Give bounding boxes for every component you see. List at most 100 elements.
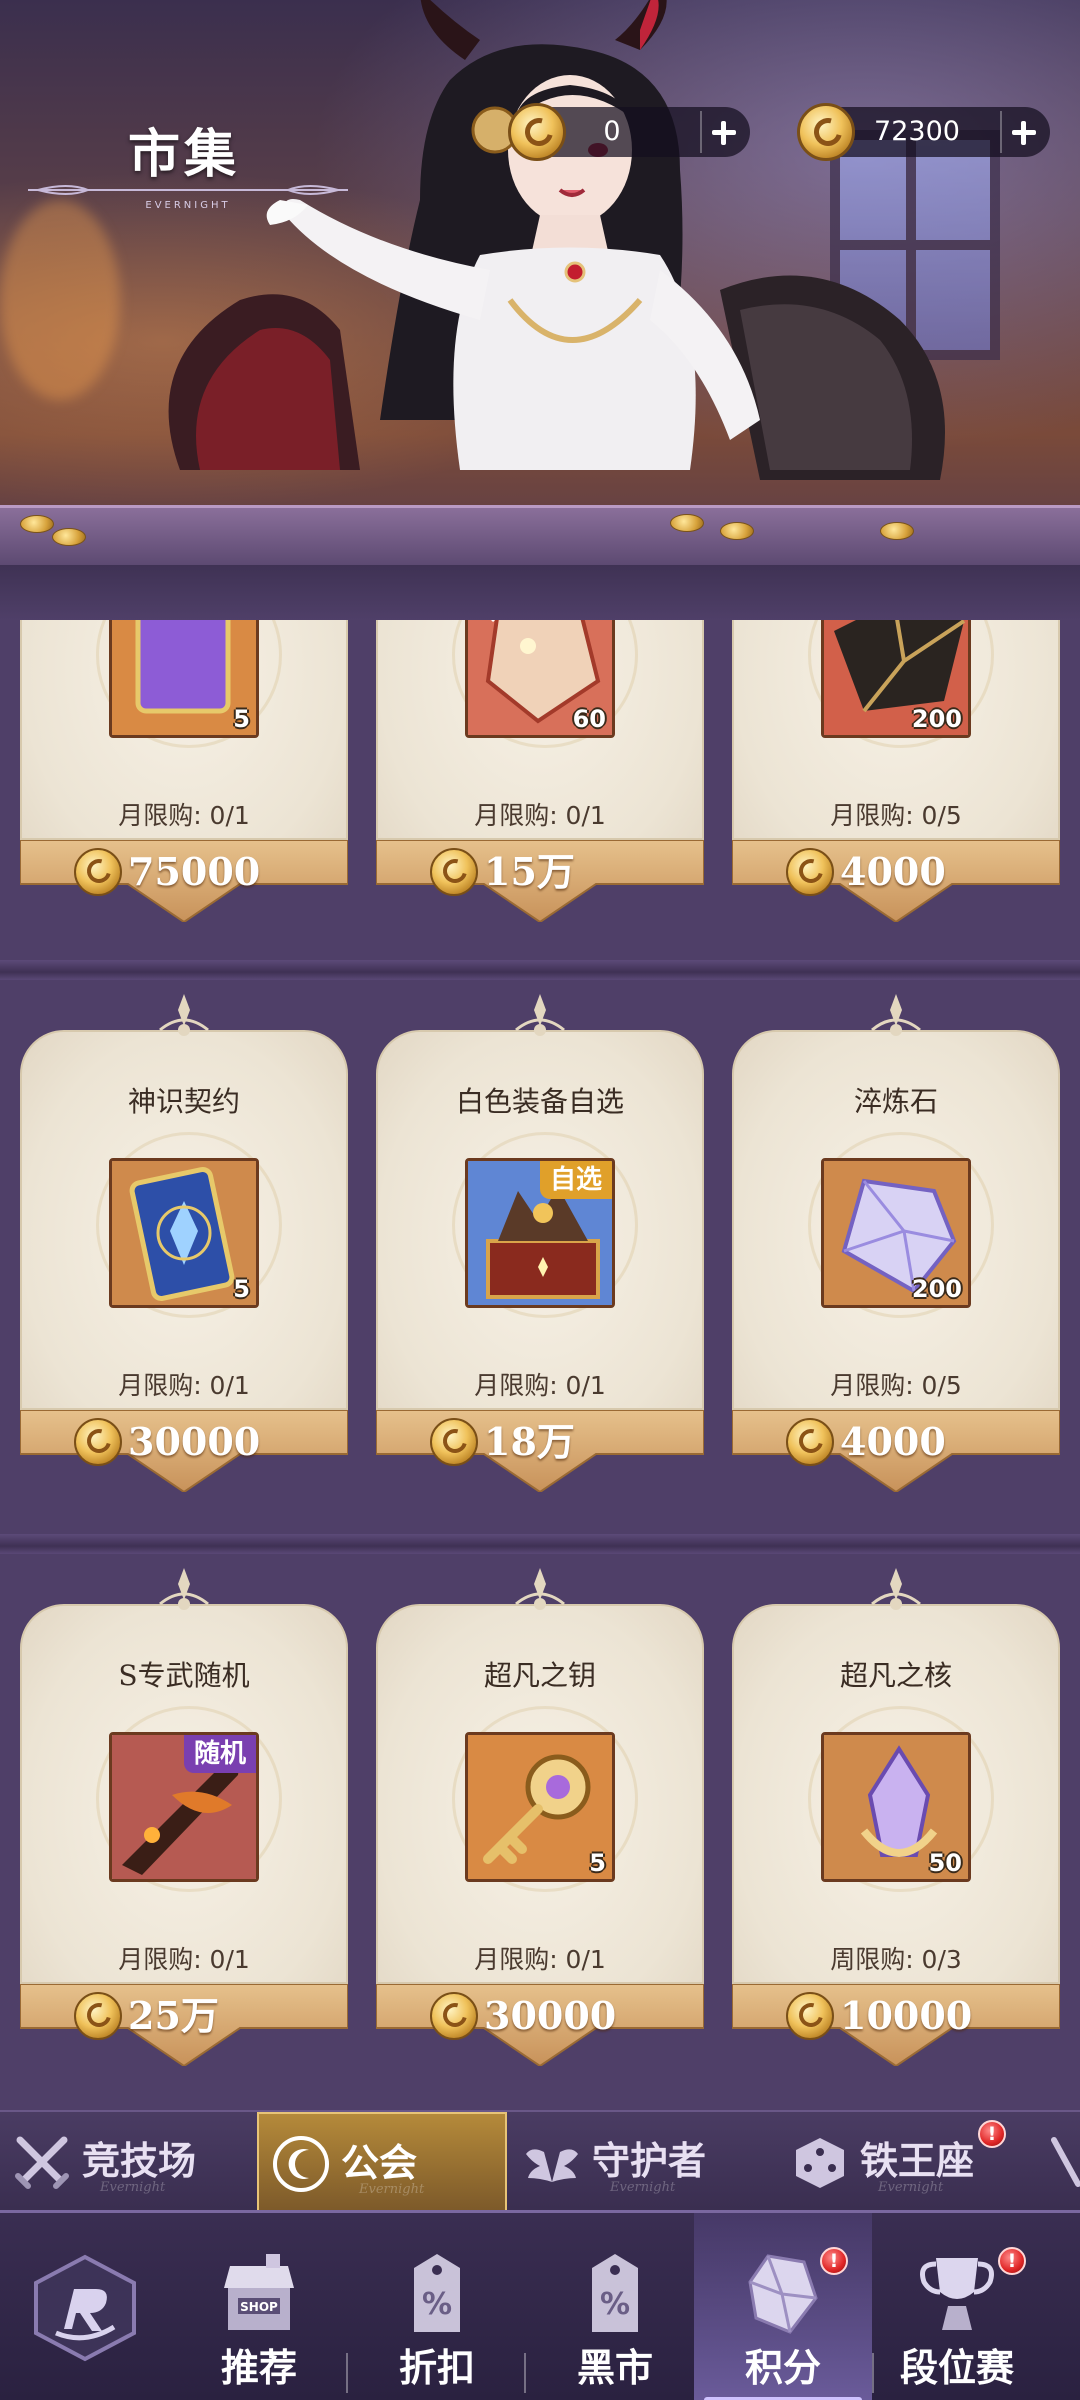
tab-guild[interactable]: 公会 Evernight bbox=[257, 2112, 507, 2212]
moon-coin-icon bbox=[273, 2136, 329, 2192]
tab-guardian[interactable]: 守护者 Evernight bbox=[510, 2112, 780, 2212]
nav-black-market[interactable]: % 黑市 bbox=[526, 2213, 704, 2400]
tab-arena[interactable]: 竞技场 Evernight bbox=[0, 2112, 255, 2212]
moon-coin-icon bbox=[797, 103, 855, 161]
item-price: 15万 bbox=[484, 849, 575, 894]
row-divider bbox=[0, 960, 1080, 980]
moon-coin-icon bbox=[430, 1418, 478, 1466]
item-quantity: 5 bbox=[589, 1849, 606, 1877]
item-image-weapon[interactable]: 随机 bbox=[109, 1732, 259, 1882]
bottom-navigation: SHOP 推荐 % 折扣 % 黑市 积分 ! 段位赛 ! bbox=[0, 2210, 1080, 2400]
moon-coin-icon bbox=[74, 848, 122, 896]
item-price: 18万 bbox=[484, 1419, 575, 1464]
row-divider bbox=[0, 1534, 1080, 1554]
shop-item-card[interactable]: 60 月限购: 0/1 15万 bbox=[376, 620, 704, 922]
svg-text:%: % bbox=[600, 2287, 630, 2322]
item-quantity: 60 bbox=[572, 705, 606, 733]
item-quantity: 5 bbox=[233, 705, 250, 733]
shop-item-card[interactable]: 200 月限购: 0/5 4000 bbox=[732, 620, 1060, 922]
nav-label: 积分 bbox=[744, 2345, 821, 2390]
game-logo-button[interactable] bbox=[30, 2253, 140, 2363]
svg-text:%: % bbox=[422, 2287, 452, 2322]
moon-coin-icon bbox=[74, 1418, 122, 1466]
shop-item-card[interactable]: S专武随机 随机 月限购: 0/1 25万 bbox=[20, 1564, 348, 2066]
item-image-violet-core[interactable]: 50 bbox=[821, 1732, 971, 1882]
discount-tag-icon: % bbox=[592, 2254, 638, 2332]
item-price: 30000 bbox=[128, 1419, 261, 1464]
purchase-limit: 月限购: 0/5 bbox=[830, 1371, 962, 1400]
title-sub: EVERNIGHT bbox=[145, 200, 230, 211]
title-ornament: EVERNIGHT bbox=[28, 185, 348, 211]
shop-item-card[interactable]: 淬炼石 200 月限购: 0/5 4000 bbox=[732, 990, 1060, 1492]
counter-shadow bbox=[0, 565, 1080, 620]
alert-badge: ! bbox=[978, 2120, 1006, 2148]
svg-text:SHOP: SHOP bbox=[240, 2300, 278, 2314]
buy-button[interactable]: 18万 bbox=[376, 1410, 704, 1492]
card-ornament-icon bbox=[515, 1568, 565, 1610]
tab-label: 守护者 bbox=[592, 2138, 707, 2183]
tab-sub-label: Evernight bbox=[610, 2180, 676, 2195]
alert-badge: ! bbox=[998, 2247, 1026, 2275]
shop-item-card[interactable]: 白色装备自选 自选 月限购: 0/1 18万 bbox=[376, 990, 704, 1492]
buy-button[interactable]: 4000 bbox=[732, 1410, 1060, 1492]
nav-ranked-match[interactable]: 段位赛 ! bbox=[868, 2213, 1046, 2400]
coin-decoration bbox=[20, 515, 54, 533]
nav-recommend[interactable]: SHOP 推荐 bbox=[170, 2213, 348, 2400]
item-image-equipment-chest[interactable]: 自选 bbox=[465, 1158, 615, 1308]
shop-category-tabs: 竞技场 Evernight 公会 Evernight 守护者 Evernight… bbox=[0, 2110, 1080, 2212]
tab-label: 铁王座 bbox=[860, 2138, 975, 2183]
discount-tag-icon: % bbox=[414, 2254, 460, 2332]
tab-label: 竞技场 bbox=[82, 2138, 197, 2183]
item-price: 75000 bbox=[128, 849, 261, 894]
item-image-red-crystal[interactable]: 60 bbox=[465, 620, 615, 738]
crossed-swords-icon bbox=[15, 2136, 69, 2189]
coin-decoration bbox=[880, 522, 914, 540]
card-ornament-icon bbox=[515, 994, 565, 1036]
item-image-blue-card[interactable]: 5 bbox=[109, 1158, 259, 1308]
moon-coin-icon bbox=[786, 1418, 834, 1466]
item-image-tarot-card[interactable]: 5 bbox=[109, 620, 259, 738]
alert-badge: ! bbox=[820, 2247, 848, 2275]
item-image-dark-stone[interactable]: 200 bbox=[821, 620, 971, 738]
shop-item-card[interactable]: 神识契约 5 月限购: 0/1 30000 bbox=[20, 990, 348, 1492]
buy-button[interactable]: 75000 bbox=[20, 840, 348, 922]
nav-label: 段位赛 bbox=[899, 2345, 1014, 2390]
shop-item-card[interactable]: 5 月限购: 0/1 75000 bbox=[20, 620, 348, 922]
coin-decoration bbox=[670, 514, 704, 532]
coin-decoration bbox=[52, 528, 86, 546]
card-ornament-icon bbox=[871, 994, 921, 1036]
add-moon-coin-button[interactable] bbox=[1000, 111, 1042, 153]
card-ornament-icon bbox=[159, 994, 209, 1036]
moon-coin-icon bbox=[430, 1992, 478, 2040]
shop-item-grid[interactable]: 5 月限购: 0/1 75000 60 月限购: 0/1 15万 200 月限购… bbox=[0, 620, 1080, 2110]
item-image-purple-crystal[interactable]: 200 bbox=[821, 1158, 971, 1308]
nav-points[interactable]: 积分 ! bbox=[694, 2213, 872, 2400]
buy-button[interactable]: 10000 bbox=[732, 1984, 1060, 2066]
gold-token-icon bbox=[508, 103, 566, 161]
shop-item-card[interactable]: 超凡之核 50 周限购: 0/3 10000 bbox=[732, 1564, 1060, 2066]
item-price: 30000 bbox=[484, 1993, 617, 2038]
item-image-golden-key[interactable]: 5 bbox=[465, 1732, 615, 1882]
purchase-limit: 月限购: 0/1 bbox=[474, 1371, 606, 1400]
item-name: 超凡之钥 bbox=[483, 1659, 596, 1692]
card-ornament-icon bbox=[871, 1568, 921, 1610]
tab-sub-label: Evernight bbox=[359, 2182, 425, 2197]
item-quantity: 5 bbox=[233, 1275, 250, 1303]
nav-discount[interactable]: % 折扣 bbox=[348, 2213, 526, 2400]
item-price: 4000 bbox=[840, 1419, 946, 1464]
item-price: 10000 bbox=[840, 1993, 973, 2038]
add-gold-token-button[interactable] bbox=[700, 111, 742, 153]
buy-button[interactable]: 15万 bbox=[376, 840, 704, 922]
moon-coin-icon bbox=[430, 848, 478, 896]
buy-button[interactable]: 30000 bbox=[20, 1410, 348, 1492]
shop-item-card[interactable]: 超凡之钥 5 月限购: 0/1 30000 bbox=[376, 1564, 704, 2066]
buy-button[interactable]: 4000 bbox=[732, 840, 1060, 922]
moon-coin-icon bbox=[786, 1992, 834, 2040]
buy-button[interactable]: 25万 bbox=[20, 1984, 348, 2066]
crystal-icon bbox=[748, 2254, 818, 2334]
buy-button[interactable]: 30000 bbox=[376, 1984, 704, 2066]
item-quantity: 200 bbox=[911, 705, 962, 733]
next-tab-sword-icon[interactable] bbox=[1050, 2132, 1080, 2192]
tab-iron-throne[interactable]: 铁王座 Evernight ! bbox=[778, 2112, 1048, 2212]
nav-label: 黑市 bbox=[576, 2345, 653, 2390]
